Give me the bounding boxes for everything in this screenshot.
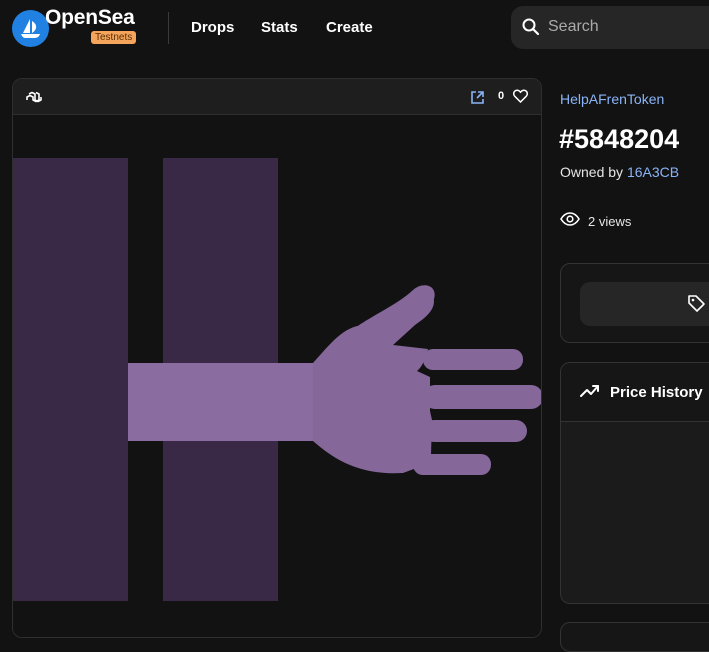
views-row: 2 views: [560, 212, 631, 231]
owner-link[interactable]: 16A3CB: [627, 164, 679, 180]
listing-panel: [560, 263, 709, 343]
favorite-count: 0: [498, 90, 505, 102]
collection-link[interactable]: HelpAFrenToken: [560, 91, 664, 107]
ship-icon: [12, 10, 49, 47]
external-link-icon[interactable]: [470, 90, 485, 110]
price-history-panel: Price History: [560, 362, 709, 604]
search-box[interactable]: [511, 6, 709, 49]
opensea-logo[interactable]: [12, 10, 49, 47]
brand-name[interactable]: OpenSea: [45, 6, 135, 30]
heart-icon[interactable]: [512, 89, 529, 108]
listing-row[interactable]: [580, 282, 709, 326]
item-media-card: 0: [12, 78, 542, 638]
tag-icon: [687, 294, 706, 318]
nft-artwork: [13, 115, 541, 637]
nav-drops[interactable]: Drops: [191, 19, 234, 36]
price-history-header[interactable]: Price History: [561, 363, 709, 422]
search-input[interactable]: [548, 16, 709, 38]
nav-stats[interactable]: Stats: [261, 19, 298, 36]
header-divider: [168, 12, 169, 44]
testnets-badge: Testnets: [91, 31, 137, 44]
price-history-title: Price History: [610, 384, 703, 401]
owned-by: Owned by 16A3CB: [560, 164, 679, 180]
polygon-chain-icon: [26, 90, 42, 109]
next-panel: [560, 622, 709, 652]
eye-icon: [560, 212, 580, 231]
nav-create[interactable]: Create: [326, 19, 373, 36]
views-count: 2 views: [588, 214, 632, 229]
token-title: #5848204: [559, 124, 680, 154]
owned-by-label: Owned by: [560, 164, 627, 180]
search-icon: [522, 18, 540, 41]
top-navbar: OpenSea Testnets Drops Stats Create: [0, 0, 709, 56]
trending-icon: [580, 383, 600, 404]
media-toolbar: 0: [13, 79, 541, 115]
